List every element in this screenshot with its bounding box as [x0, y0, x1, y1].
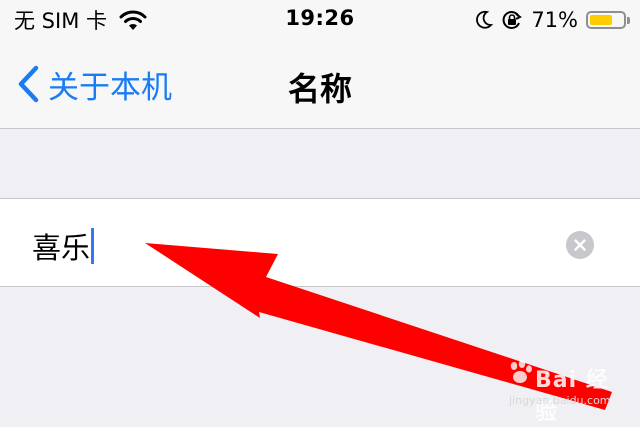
- red-arrow-icon: [145, 243, 612, 410]
- annotation-arrow: [145, 243, 612, 410]
